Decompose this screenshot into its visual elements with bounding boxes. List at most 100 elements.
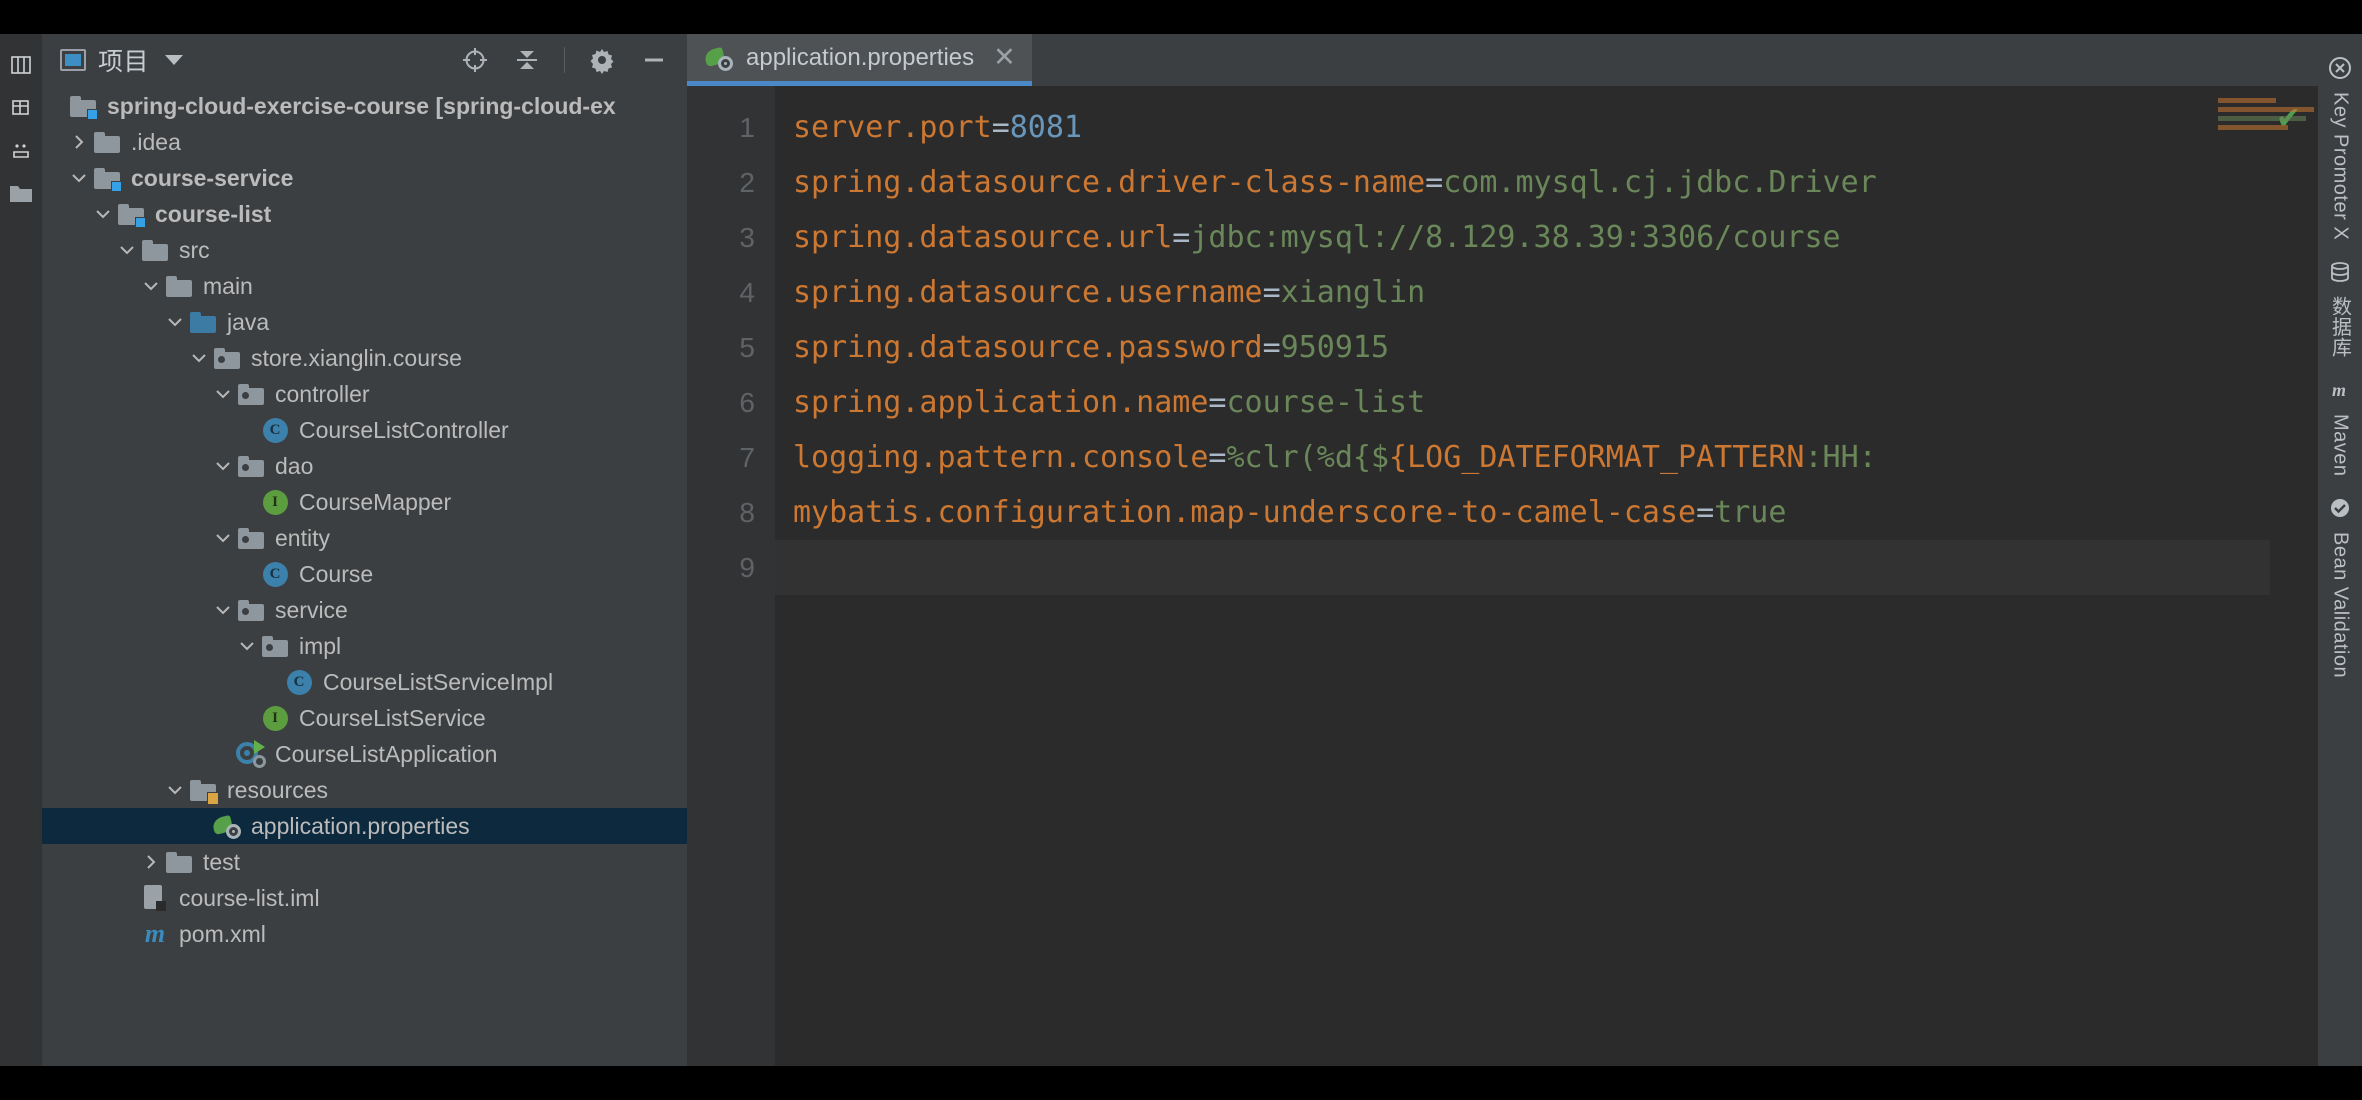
tab-application-properties[interactable]: application.properties ✕ xyxy=(687,34,1032,86)
tree-row[interactable]: src xyxy=(42,232,687,268)
package-icon xyxy=(236,451,266,481)
code-line[interactable]: spring.datasource.username=xianglin xyxy=(775,265,2270,320)
line-number[interactable]: 5 xyxy=(687,320,775,375)
chevron-down-icon[interactable] xyxy=(210,376,236,412)
tree-row[interactable]: controller xyxy=(42,376,687,412)
tool-window-label: Maven xyxy=(2329,413,2352,477)
tree-row[interactable]: I CourseListService xyxy=(42,700,687,736)
tree-row[interactable]: dao xyxy=(42,448,687,484)
tree-node-label: service xyxy=(275,596,348,623)
chevron-down-icon[interactable] xyxy=(210,592,236,628)
collapse-all-button[interactable] xyxy=(512,45,542,75)
project-tree[interactable]: spring-cloud-exercise-course [spring-clo… xyxy=(42,86,687,1066)
settings-button[interactable] xyxy=(587,45,617,75)
tree-row[interactable]: java xyxy=(42,304,687,340)
package-icon xyxy=(260,631,290,661)
chevron-down-icon[interactable] xyxy=(162,304,188,340)
tree-row[interactable]: test xyxy=(42,844,687,880)
tree-row[interactable]: impl xyxy=(42,628,687,664)
tree-row[interactable]: C Course xyxy=(42,556,687,592)
chevron-down-icon[interactable] xyxy=(162,772,188,808)
tree-row[interactable]: C CourseListServiceImpl xyxy=(42,664,687,700)
tree-row[interactable]: course-list.iml xyxy=(42,880,687,916)
tree-node-label: main xyxy=(203,272,253,299)
tree-node-label: application.properties xyxy=(251,812,470,839)
tree-row[interactable]: .idea xyxy=(42,124,687,160)
code-line[interactable]: logging.pattern.console=%clr(%d{${LOG_DA… xyxy=(775,430,2270,485)
chevron-down-icon[interactable] xyxy=(114,232,140,268)
tree-row[interactable]: service xyxy=(42,592,687,628)
tree-node-label: CourseListServiceImpl xyxy=(323,668,554,695)
code-minimap[interactable] xyxy=(2218,98,2318,144)
code-line[interactable]: spring.datasource.url=jdbc:mysql://8.129… xyxy=(775,210,2270,265)
tree-row[interactable]: application.properties xyxy=(42,808,687,844)
bean-validation-tool[interactable]: Bean Validation xyxy=(2328,496,2352,678)
database-tool[interactable]: 数据库 xyxy=(2326,260,2355,358)
favorites-icon[interactable] xyxy=(8,95,34,121)
tree-row[interactable]: course-list xyxy=(42,196,687,232)
tree-row[interactable]: C CourseListController xyxy=(42,412,687,448)
line-number[interactable]: 3 xyxy=(687,210,775,265)
close-icon[interactable]: ✕ xyxy=(993,44,1016,71)
tree-row[interactable]: I CourseMapper xyxy=(42,484,687,520)
tree-node-label: java xyxy=(227,308,270,335)
tree-row[interactable]: entity xyxy=(42,520,687,556)
project-panel-toolbar xyxy=(460,45,675,75)
tree-node-label: .idea xyxy=(131,128,181,155)
line-number[interactable]: 4 xyxy=(687,265,775,320)
tree-node-label: CourseMapper xyxy=(299,488,452,515)
project-files-icon[interactable] xyxy=(8,181,34,207)
code-token: = xyxy=(1208,440,1227,475)
chevron-down-icon[interactable] xyxy=(165,55,184,65)
left-activity-rail xyxy=(0,34,42,1066)
code-line[interactable]: spring.datasource.driver-class-name=com.… xyxy=(775,155,2270,210)
maven-icon: m xyxy=(2328,378,2352,402)
tree-node-label: spring-cloud-exercise-course [spring-clo… xyxy=(107,92,616,119)
code-token: mybatis.configuration.map-underscore-to-… xyxy=(793,495,1697,530)
line-number[interactable]: 2 xyxy=(687,155,775,210)
code-line[interactable]: spring.application.name=course-list xyxy=(775,375,2270,430)
chevron-down-icon[interactable] xyxy=(210,448,236,484)
folder-icon xyxy=(140,235,170,265)
code-line[interactable]: spring.datasource.password=950915 xyxy=(775,320,2270,375)
line-number[interactable]: 7 xyxy=(687,430,775,485)
editor-gutter[interactable]: 123456789 xyxy=(687,86,775,1066)
package-icon xyxy=(236,523,266,553)
code-token: spring.datasource.password xyxy=(793,330,1263,365)
chevron-down-icon[interactable] xyxy=(186,340,212,376)
line-number[interactable]: 9 xyxy=(687,540,775,595)
code-line[interactable] xyxy=(775,540,2270,595)
code-token: com.mysql.cj.jdbc.Driver xyxy=(1443,165,1877,200)
code-line[interactable]: server.port=8081 xyxy=(775,100,2270,155)
tree-row[interactable]: resources xyxy=(42,772,687,808)
key-promoter-x-tool[interactable]: Key Promoter X xyxy=(2328,56,2352,240)
tree-node-label: src xyxy=(179,236,210,263)
chevron-down-icon[interactable] xyxy=(234,628,260,664)
code-line[interactable]: mybatis.configuration.map-underscore-to-… xyxy=(775,485,2270,540)
hide-button[interactable] xyxy=(639,45,669,75)
project-title-group[interactable]: 项目 xyxy=(60,42,184,78)
tree-row[interactable]: spring-cloud-exercise-course [spring-clo… xyxy=(42,88,687,124)
tree-row[interactable]: CourseListApplication xyxy=(42,736,687,772)
chevron-down-icon[interactable] xyxy=(90,196,116,232)
chevron-right-icon[interactable] xyxy=(138,844,164,880)
tree-row[interactable]: m pom.xml xyxy=(42,916,687,952)
chevron-right-icon[interactable] xyxy=(66,124,92,160)
chevron-down-icon[interactable] xyxy=(138,268,164,304)
tree-row[interactable]: main xyxy=(42,268,687,304)
line-number[interactable]: 8 xyxy=(687,485,775,540)
structure-icon[interactable] xyxy=(8,52,34,78)
tool-window-label: Key Promoter X xyxy=(2329,92,2352,241)
commit-icon[interactable] xyxy=(8,138,34,164)
tree-row[interactable]: course-service xyxy=(42,160,687,196)
window-bottom-border xyxy=(0,1066,2362,1100)
select-opened-file-button[interactable] xyxy=(460,45,490,75)
line-number[interactable]: 6 xyxy=(687,375,775,430)
line-number[interactable]: 1 xyxy=(687,100,775,155)
tree-row[interactable]: store.xianglin.course xyxy=(42,340,687,376)
chevron-down-icon[interactable] xyxy=(210,520,236,556)
maven-tool[interactable]: m Maven xyxy=(2328,378,2352,477)
package-icon xyxy=(212,343,242,373)
chevron-down-icon[interactable] xyxy=(66,160,92,196)
code-content[interactable]: server.port=8081 spring.datasource.driver… xyxy=(775,86,2270,1066)
